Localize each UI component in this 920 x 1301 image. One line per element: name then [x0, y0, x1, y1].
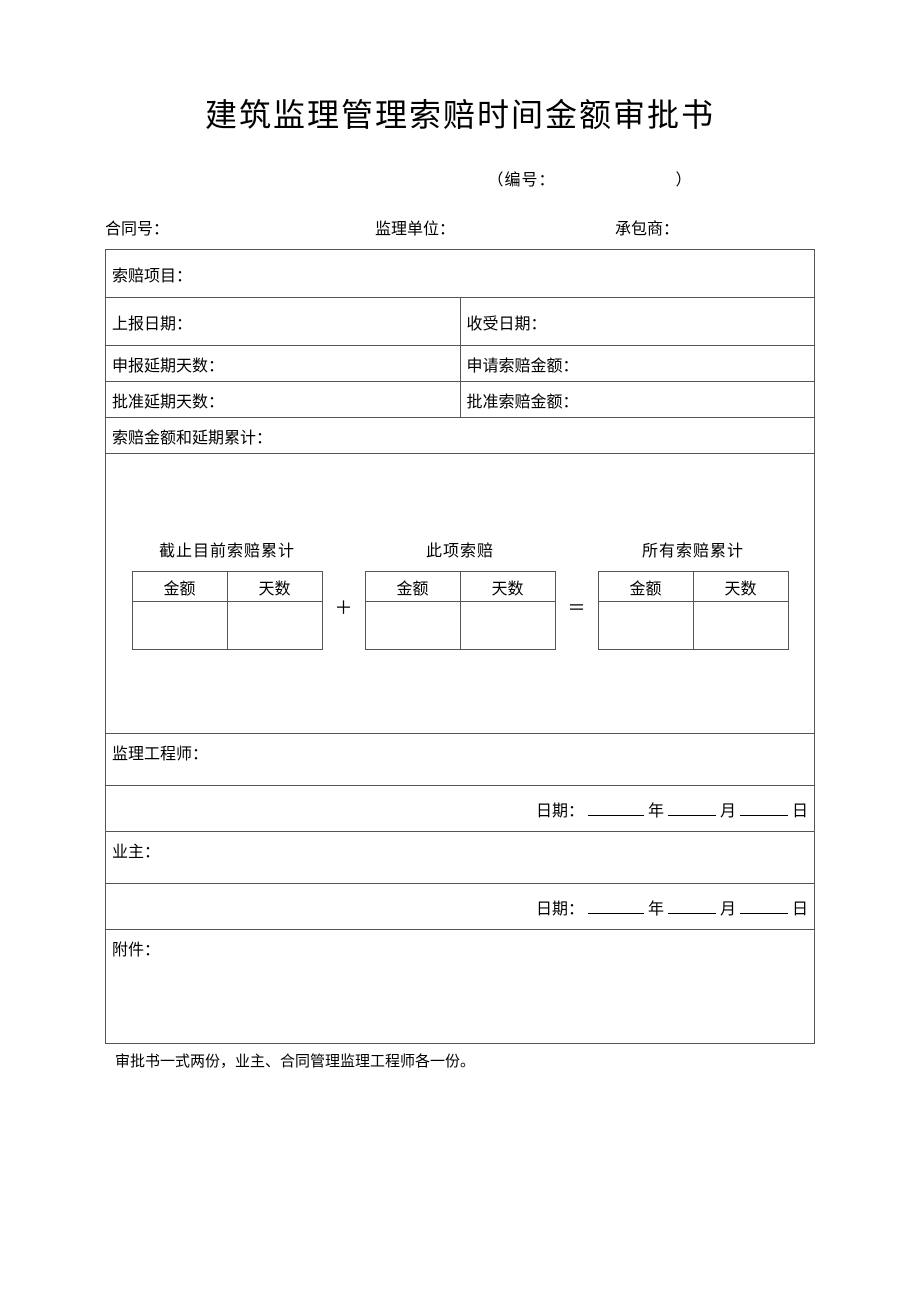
equals-sign: ＝ [566, 594, 588, 620]
calc-cell: 截止目前索赔累计 金额 天数 ＋ [106, 454, 815, 734]
calc-this-amount-header: 金额 [365, 572, 460, 602]
calc-all-days-header: 天数 [693, 572, 788, 602]
calc-prev-days-header: 天数 [227, 572, 322, 602]
calc-all-values [598, 602, 788, 650]
owner-date-label: 日期： [536, 901, 584, 918]
contract-no-label: 合同号： [105, 215, 375, 239]
calc-this-table: 金额 天数 [365, 571, 556, 650]
form-title: 建筑监理管理索赔时间金额审批书 [105, 90, 815, 136]
approve-claim-amount-label: 批准索赔金额： [467, 394, 579, 411]
doc-number-suffix: ） [676, 172, 693, 189]
engineer-year: 年 [648, 803, 664, 820]
calc-this-caption: 此项索赔 [426, 537, 494, 561]
report-date-label: 上报日期： [112, 316, 192, 333]
calc-prev-values [132, 602, 322, 650]
approve-claim-amount-cell: 批准索赔金额： [460, 382, 815, 418]
owner-day-slot [740, 897, 788, 914]
calc-this-days-value [460, 602, 555, 650]
cumulative-label: 索赔金额和延期累计： [112, 430, 272, 447]
footer-note: 审批书一式两份，业主、合同管理监理工程师各一份。 [105, 1044, 815, 1071]
engineer-month: 月 [720, 803, 736, 820]
receive-date-label: 收受日期： [467, 316, 547, 333]
row-engineer: 监理工程师： [106, 734, 815, 786]
claim-item-cell: 索赔项目： [106, 250, 815, 298]
apply-claim-amount-cell: 申请索赔金额： [460, 346, 815, 382]
calc-wrap: 截止目前索赔累计 金额 天数 ＋ [112, 454, 808, 733]
engineer-label: 监理工程师： [112, 746, 208, 763]
calc-prev-days-value [227, 602, 322, 650]
calc-all-amount-value [598, 602, 693, 650]
calc-this-header: 金额 天数 [365, 572, 555, 602]
row-attachment: 附件： [106, 930, 815, 1044]
apply-delay-days-cell: 申报延期天数： [106, 346, 461, 382]
approve-delay-days-label: 批准延期天数： [112, 394, 224, 411]
calc-this-block: 此项索赔 金额 天数 [365, 537, 556, 650]
calc-this-amount-value [365, 602, 460, 650]
owner-label: 业主： [112, 844, 160, 861]
engineer-day: 日 [792, 803, 808, 820]
header-row: 合同号： 监理单位： 承包商： [105, 215, 815, 239]
calc-all-block: 所有索赔累计 金额 天数 [598, 537, 789, 650]
calc-prev-header: 金额 天数 [132, 572, 322, 602]
row-cumulative-label: 索赔金额和延期累计： [106, 418, 815, 454]
owner-date-cell: 日期： 年 月 日 [106, 884, 815, 930]
apply-delay-days-label: 申报延期天数： [112, 358, 224, 375]
doc-number-prefix: （编号： [487, 172, 555, 189]
owner-year-slot [588, 897, 644, 914]
calc-prev-caption: 截止目前索赔累计 [159, 537, 295, 561]
calc-prev-table: 金额 天数 [132, 571, 323, 650]
attachment-label: 附件： [112, 942, 160, 959]
calc-all-header: 金额 天数 [598, 572, 788, 602]
calc-prev-block: 截止目前索赔累计 金额 天数 [132, 537, 323, 650]
owner-month-slot [668, 897, 716, 914]
form-page: 建筑监理管理索赔时间金额审批书 （编号： ） 合同号： 监理单位： 承包商： 索… [0, 0, 920, 1301]
calc-all-caption: 所有索赔累计 [642, 537, 744, 561]
claim-item-label: 索赔项目： [112, 268, 192, 285]
main-table: 索赔项目： 上报日期： 收受日期： 申报延期天数： 申请索赔金额： 批准延期天数… [105, 249, 815, 1044]
calc-all-table: 金额 天数 [598, 571, 789, 650]
engineer-date-cell: 日期： 年 月 日 [106, 786, 815, 832]
row-engineer-date: 日期： 年 月 日 [106, 786, 815, 832]
attachment-cell: 附件： [106, 930, 815, 1044]
owner-day: 日 [792, 901, 808, 918]
calc-this-values [365, 602, 555, 650]
receive-date-cell: 收受日期： [460, 298, 815, 346]
supervisor-label: 监理单位： [375, 215, 615, 239]
apply-claim-amount-label: 申请索赔金额： [467, 358, 579, 375]
plus-sign: ＋ [333, 594, 355, 620]
calc-all-amount-header: 金额 [598, 572, 693, 602]
cumulative-label-cell: 索赔金额和延期累计： [106, 418, 815, 454]
row-report-receive-date: 上报日期： 收受日期： [106, 298, 815, 346]
row-owner-date: 日期： 年 月 日 [106, 884, 815, 930]
calc-prev-amount-value [132, 602, 227, 650]
approve-delay-days-cell: 批准延期天数： [106, 382, 461, 418]
calc-prev-amount-header: 金额 [132, 572, 227, 602]
calc-this-days-header: 天数 [460, 572, 555, 602]
owner-month: 月 [720, 901, 736, 918]
contractor-label: 承包商： [615, 215, 815, 239]
engineer-year-slot [588, 799, 644, 816]
calc-all-days-value [693, 602, 788, 650]
owner-cell: 业主： [106, 832, 815, 884]
row-calc: 截止目前索赔累计 金额 天数 ＋ [106, 454, 815, 734]
engineer-date-label: 日期： [536, 803, 584, 820]
owner-year: 年 [648, 901, 664, 918]
row-owner: 业主： [106, 832, 815, 884]
engineer-day-slot [740, 799, 788, 816]
engineer-cell: 监理工程师： [106, 734, 815, 786]
row-apply: 申报延期天数： 申请索赔金额： [106, 346, 815, 382]
row-approve: 批准延期天数： 批准索赔金额： [106, 382, 815, 418]
row-claim-item: 索赔项目： [106, 250, 815, 298]
engineer-month-slot [668, 799, 716, 816]
report-date-cell: 上报日期： [106, 298, 461, 346]
doc-number-line: （编号： ） [105, 166, 815, 190]
